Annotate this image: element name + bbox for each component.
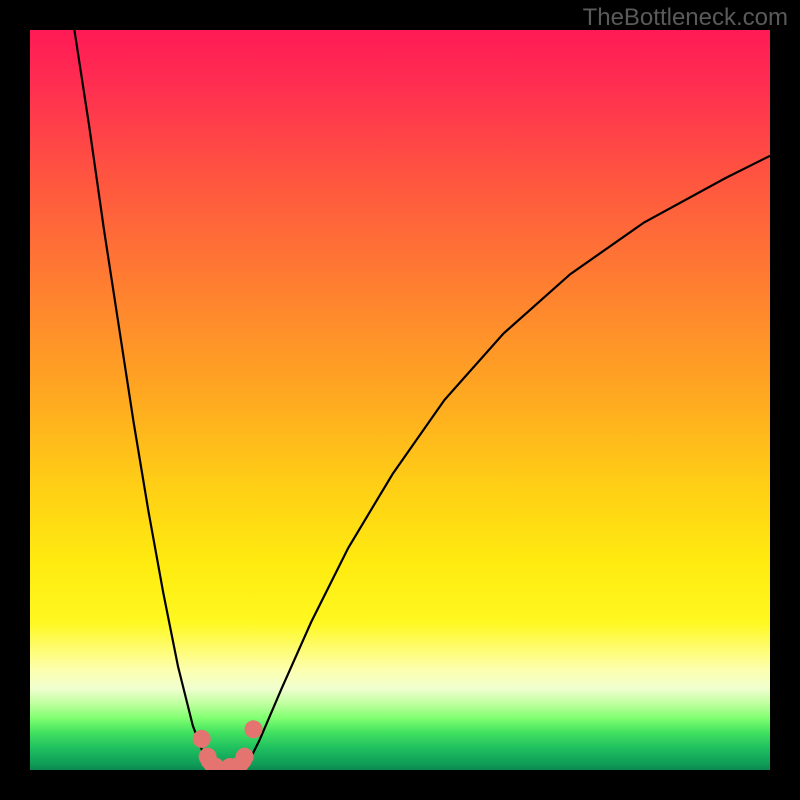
curve-right <box>245 156 770 770</box>
valley-dots <box>193 720 263 770</box>
valley-dot <box>236 748 254 766</box>
watermark-text: TheBottleneck.com <box>583 4 788 32</box>
valley-dot <box>244 720 262 738</box>
chart-container: TheBottleneck.com <box>0 0 800 800</box>
curve-left <box>74 30 215 770</box>
valley-dot <box>193 730 211 748</box>
chart-svg <box>30 30 770 770</box>
